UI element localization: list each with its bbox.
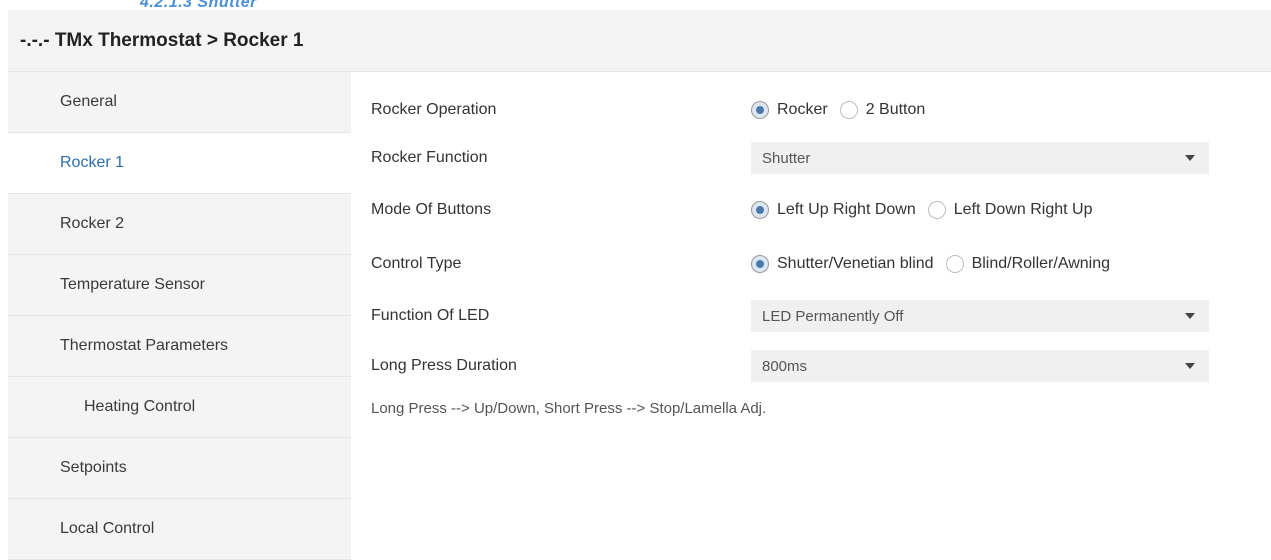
param-label: Rocker Function — [371, 149, 488, 166]
chevron-down-icon — [1185, 155, 1195, 161]
control-type-radio-group: Shutter/Venetian blind Blind/Roller/Awni… — [751, 255, 1122, 273]
param-row-long-press-duration: Long Press Duration 800ms — [371, 350, 1251, 382]
param-row-control-type: Control Type Shutter/Venetian blind Blin… — [371, 248, 1251, 280]
radio-unchecked-icon[interactable] — [839, 101, 858, 119]
chevron-down-icon — [1185, 313, 1195, 319]
select-value: 800ms — [762, 357, 808, 375]
sidebar-item-label: Temperature Sensor — [60, 276, 205, 293]
sidebar-item-label: Rocker 2 — [60, 215, 125, 232]
mode-of-buttons-radio-group: Left Up Right Down Left Down Right Up — [751, 201, 1104, 219]
sidebar-item-setpoints[interactable]: Setpoints — [8, 438, 351, 499]
sidebar: General Rocker 1 Rocker 2 Temperature Se… — [8, 72, 351, 560]
param-row-rocker-operation: Rocker Operation Rocker 2 Button — [371, 94, 1251, 126]
rocker-operation-option-rocker[interactable]: Rocker — [751, 101, 828, 119]
sidebar-item-thermostat-parameters[interactable]: Thermostat Parameters — [8, 316, 351, 377]
radio-unchecked-icon[interactable] — [927, 201, 946, 219]
rocker-function-select[interactable]: Shutter — [751, 142, 1209, 174]
param-label: Mode Of Buttons — [371, 201, 492, 218]
radio-checked-icon[interactable] — [751, 255, 769, 273]
sidebar-item-label: Local Control — [60, 520, 155, 537]
parameter-panel: Rocker Operation Rocker 2 Button Rocker … — [351, 72, 1271, 560]
radio-checked-icon[interactable] — [751, 101, 769, 119]
mode-option-left-down-right-up[interactable]: Left Down Right Up — [927, 201, 1093, 219]
radio-label: Left Up Right Down — [777, 201, 916, 218]
radio-label: Left Down Right Up — [953, 201, 1093, 218]
select-value: LED Permanently Off — [762, 307, 904, 325]
param-row-function-of-led: Function Of LED LED Permanently Off — [371, 300, 1251, 332]
sidebar-item-heating-control[interactable]: Heating Control — [8, 377, 351, 438]
param-row-rocker-function: Rocker Function Shutter — [371, 142, 1251, 174]
sidebar-item-general[interactable]: General — [8, 72, 351, 133]
radio-label: 2 Button — [865, 101, 926, 118]
mode-option-left-up-right-down[interactable]: Left Up Right Down — [751, 201, 916, 219]
sidebar-item-label: General — [60, 93, 117, 110]
sidebar-item-rocker-2[interactable]: Rocker 2 — [8, 194, 351, 255]
sidebar-item-label: Rocker 1 — [60, 154, 125, 171]
page-title: -.-.- TMx Thermostat > Rocker 1 — [8, 10, 1271, 72]
param-label: Control Type — [371, 255, 462, 272]
rocker-operation-option-2-button[interactable]: 2 Button — [839, 101, 926, 119]
param-label: Function Of LED — [371, 307, 490, 324]
info-note: Long Press --> Up/Down, Short Press --> … — [371, 400, 767, 417]
function-of-led-select[interactable]: LED Permanently Off — [751, 300, 1209, 332]
chevron-down-icon — [1185, 363, 1195, 369]
sidebar-item-local-control[interactable]: Local Control — [8, 499, 351, 560]
sidebar-item-label: Thermostat Parameters — [60, 337, 229, 354]
long-press-duration-select[interactable]: 800ms — [751, 350, 1209, 382]
control-type-option-blind-roller-awning[interactable]: Blind/Roller/Awning — [945, 255, 1111, 273]
sidebar-item-rocker-1[interactable]: Rocker 1 — [8, 133, 351, 194]
radio-checked-icon[interactable] — [751, 201, 769, 219]
radio-label: Rocker — [777, 101, 828, 118]
sidebar-item-label: Heating Control — [84, 398, 196, 415]
param-label: Rocker Operation — [371, 101, 497, 118]
param-row-mode-of-buttons: Mode Of Buttons Left Up Right Down Left … — [371, 194, 1251, 226]
control-type-option-shutter-venetian[interactable]: Shutter/Venetian blind — [751, 255, 934, 273]
select-value: Shutter — [762, 149, 811, 167]
radio-label: Blind/Roller/Awning — [971, 255, 1111, 272]
param-label: Long Press Duration — [371, 357, 517, 374]
sidebar-item-temperature-sensor[interactable]: Temperature Sensor — [8, 255, 351, 316]
rocker-operation-radio-group: Rocker 2 Button — [751, 101, 937, 119]
radio-unchecked-icon[interactable] — [945, 255, 964, 273]
sidebar-item-label: Setpoints — [60, 459, 127, 476]
radio-label: Shutter/Venetian blind — [777, 255, 934, 272]
